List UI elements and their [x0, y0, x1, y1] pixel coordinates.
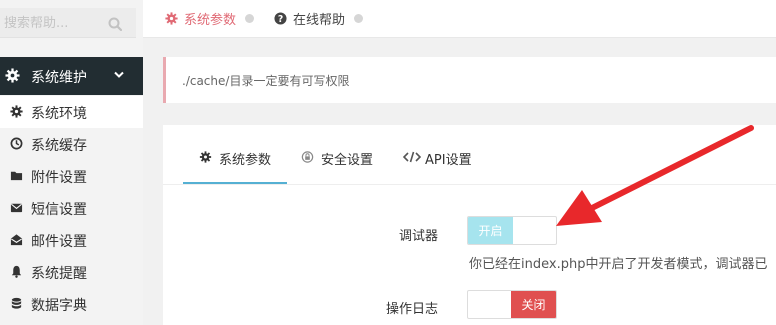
- tab-label: 安全设置: [321, 153, 374, 168]
- tab-system-params[interactable]: 系统参数: [165, 0, 255, 37]
- sidebar-item-label: 系统缓存: [31, 138, 87, 154]
- question-circle-icon: ?: [274, 12, 287, 25]
- toggle-on-label: 开启: [468, 217, 513, 244]
- gear-icon: [10, 105, 23, 118]
- sidebar-item-label: 附件设置: [31, 170, 87, 186]
- sidebar-item-attachment[interactable]: 附件设置: [0, 160, 143, 192]
- clock-icon: [10, 137, 23, 150]
- operation-log-label: 操作日志: [385, 302, 438, 317]
- tab-system-params-sub[interactable]: 系统参数: [183, 125, 287, 185]
- tab-label: 在线帮助: [293, 13, 346, 28]
- lock-icon: [301, 151, 314, 163]
- envelope-open-icon: [10, 234, 23, 246]
- code-icon: [403, 151, 421, 163]
- gear-icon: [5, 68, 20, 83]
- tab-label: 系统参数: [184, 13, 237, 28]
- svg-text:?: ?: [278, 14, 283, 25]
- alert-text: ./cache/目录一定要有可写权限: [182, 74, 350, 88]
- tab-label: API设置: [425, 153, 472, 168]
- sidebar-item-reminder[interactable]: 系统提醒: [0, 256, 143, 288]
- tab-close-dot[interactable]: [245, 14, 255, 23]
- tab-security-settings[interactable]: 安全设置: [301, 125, 391, 185]
- debugger-label: 调试器: [398, 229, 438, 244]
- gear-icon: [199, 151, 212, 163]
- sidebar-item-data-dictionary[interactable]: 数据字典: [0, 288, 143, 320]
- tab-close-dot[interactable]: [354, 14, 364, 23]
- database-icon: [11, 297, 22, 309]
- sidebar-group-system-maintenance[interactable]: 系统维护: [0, 57, 143, 95]
- sidebar-item-label: 数据字典: [31, 298, 87, 314]
- sidebar-item-label: 短信设置: [31, 202, 87, 218]
- annotation-arrow: [556, 125, 754, 226]
- tab-api-settings[interactable]: API设置: [403, 125, 493, 185]
- debugger-help-text: 你已经在index.php中开启了开发者模式，调试器已: [469, 257, 768, 272]
- search-input[interactable]: [4, 12, 104, 34]
- sidebar-item-system-cache[interactable]: 系统缓存: [0, 128, 143, 160]
- sidebar-item-sms[interactable]: 短信设置: [0, 192, 143, 224]
- alert-notice: ./cache/目录一定要有可写权限: [163, 57, 776, 103]
- tab-online-help[interactable]: ? 在线帮助: [274, 0, 364, 37]
- sidebar-group-label: 系统维护: [31, 70, 87, 86]
- sidebar-item-label: 系统提醒: [31, 266, 87, 282]
- search-icon[interactable]: [108, 17, 122, 31]
- chevron-down-icon: [114, 71, 124, 78]
- toggle-off-label: 关闭: [511, 291, 556, 318]
- sidebar-item-system-env[interactable]: 系统环境: [0, 96, 143, 128]
- search-box: [0, 8, 136, 38]
- sidebar-item-email[interactable]: 邮件设置: [0, 224, 143, 256]
- sidebar: 系统维护 系统环境 系统缓存: [0, 0, 143, 325]
- sidebar-item-label: 邮件设置: [31, 234, 87, 250]
- envelope-icon: [10, 203, 23, 213]
- top-tab-bar: 系统参数 ? 在线帮助: [143, 0, 776, 38]
- tab-label: 系统参数: [219, 153, 272, 168]
- folder-icon: [10, 171, 23, 181]
- sidebar-item-label: 系统环境: [31, 106, 87, 122]
- operation-log-toggle[interactable]: 关闭: [467, 290, 557, 319]
- bell-icon: [11, 265, 22, 278]
- gear-icon: [165, 12, 178, 25]
